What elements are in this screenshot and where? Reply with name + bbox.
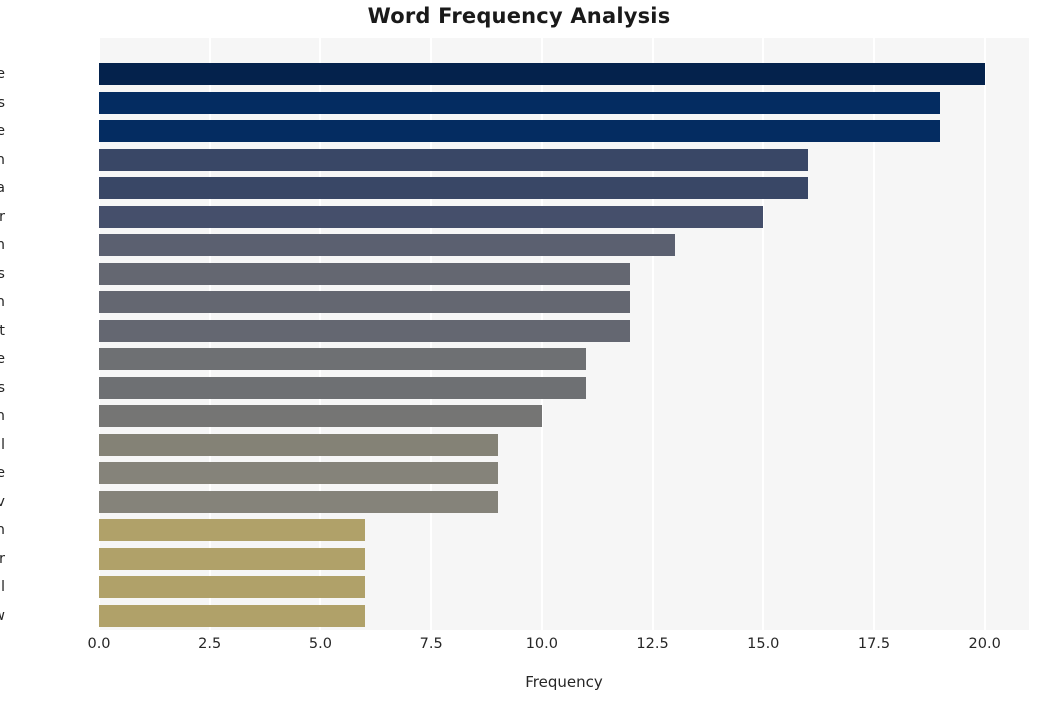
bar-row (99, 519, 1029, 541)
bar-row (99, 433, 1029, 456)
x-tick-label-10.0: 10.0 (525, 636, 558, 652)
bar-roll[interactable] (99, 433, 498, 456)
bar-row (99, 319, 1029, 342)
bar-order[interactable] (99, 547, 365, 570)
y-tick-label-voter: voter (0, 208, 5, 225)
bar-row (99, 462, 1029, 484)
x-tick-label-20.0: 20.0 (968, 636, 1001, 652)
bar-voter[interactable] (99, 205, 764, 228)
bar-row (99, 120, 1029, 142)
bar-virginia[interactable] (99, 177, 808, 199)
y-tick-label-program: program (0, 238, 5, 253)
bar-row (99, 177, 1029, 199)
y-tick-label-registration: registration (0, 408, 5, 424)
word-frequency-chart-figure: Word Frequency Analysis state voters remov… (0, 0, 1038, 701)
bar-election[interactable] (99, 148, 808, 171)
y-tick-label-citizen: citizen (0, 522, 5, 538)
bar-row (99, 547, 1029, 570)
bar-citizens[interactable] (99, 262, 631, 285)
bar-court[interactable] (99, 319, 631, 342)
x-tick-label-17.5: 17.5 (857, 636, 891, 652)
y-tick-label-remove: remove (0, 123, 5, 139)
bar-row (99, 604, 1029, 627)
x-tick-label-7.5: 7.5 (419, 636, 443, 652)
bar-row (99, 262, 1029, 285)
y-tick-label-state: state (0, 66, 5, 82)
plot-area (99, 38, 1029, 630)
bar-row (99, 91, 1029, 114)
y-tick-label-order: order (0, 550, 5, 567)
bar-remove[interactable] (99, 120, 941, 142)
bar-row (99, 63, 1029, 85)
bar-people[interactable] (99, 462, 498, 484)
bar-citizen[interactable] (99, 519, 365, 541)
bar-row (99, 348, 1029, 370)
bar-row (99, 405, 1029, 427)
y-tick-label-virginia: virginia (0, 180, 5, 196)
bar-row (99, 234, 1029, 256)
bar-shaw[interactable] (99, 604, 365, 627)
bar-row (99, 148, 1029, 171)
y-tick-label-voters: voters (0, 94, 5, 111)
x-axis-label: Frequency (525, 673, 603, 691)
x-tick-label-2.5: 2.5 (198, 636, 222, 652)
bar-registration[interactable] (99, 405, 542, 427)
y-tick-label-court: court (0, 322, 5, 339)
bar-row (99, 376, 1029, 399)
y-tick-label-noncitizens: noncitizens (0, 379, 5, 396)
y-tick-label-people: people (0, 465, 5, 481)
bar-federal[interactable] (99, 576, 365, 598)
bar-noncitizens[interactable] (99, 376, 587, 399)
y-tick-label-dmv: dmv (0, 493, 5, 510)
y-tick-label-federal: federal (0, 579, 5, 595)
y-tick-label-vote: vote (0, 351, 5, 367)
x-tick-label-12.5: 12.5 (636, 636, 669, 652)
bar-voters[interactable] (99, 91, 941, 114)
chart-title: Word Frequency Analysis (367, 4, 671, 28)
bar-row (99, 291, 1029, 313)
bar-state[interactable] (99, 63, 985, 85)
bar-program[interactable] (99, 234, 675, 256)
y-tick-label-shaw: shaw (0, 608, 5, 623)
bar-row (99, 205, 1029, 228)
bar-row (99, 490, 1029, 513)
y-tick-label-election: election (0, 151, 5, 168)
x-tick-label-5.0: 5.0 (308, 636, 332, 652)
y-tick-label-roll: roll (0, 436, 5, 453)
bar-dmv[interactable] (99, 490, 498, 513)
y-tick-label-wilson: wilson (0, 294, 5, 310)
x-tick-label-15.0: 15.0 (747, 636, 780, 652)
bar-vote[interactable] (99, 348, 587, 370)
x-tick-label-0.0: 0.0 (87, 636, 111, 652)
y-tick-label-citizens: citizens (0, 265, 5, 282)
bar-row (99, 576, 1029, 598)
bar-wilson[interactable] (99, 291, 631, 313)
